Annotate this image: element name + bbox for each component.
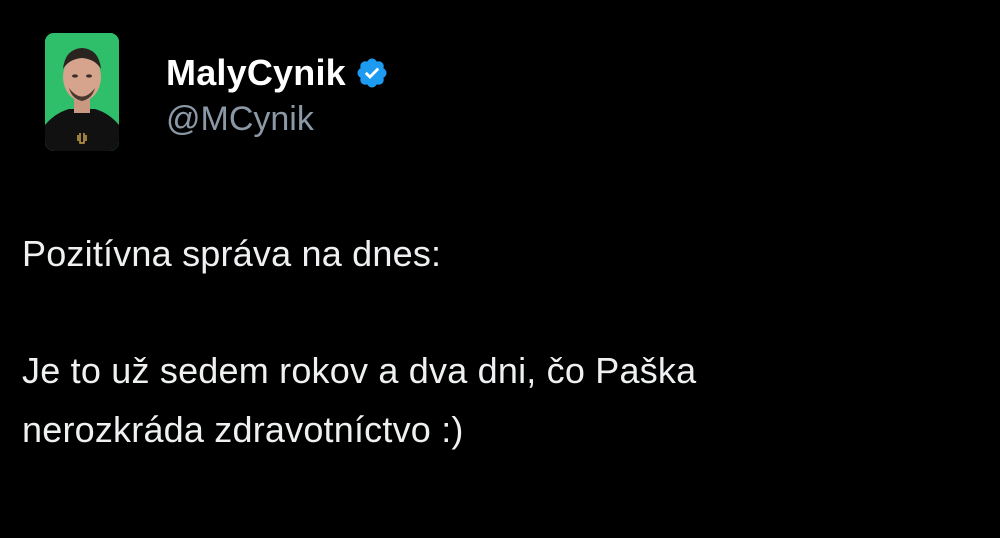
tweet-header: MalyCynik @MCynik xyxy=(45,33,389,153)
author-names: MalyCynik @MCynik xyxy=(166,51,389,141)
display-name-row: MalyCynik xyxy=(166,51,389,95)
user-handle[interactable]: @MCynik xyxy=(166,97,389,141)
tweet-line: nerozkráda zdravotníctvo :) xyxy=(22,409,464,450)
profile-photo-icon xyxy=(45,33,119,151)
tweet-body: Pozitívna správa na dnes: Je to už sedem… xyxy=(22,224,972,459)
display-name[interactable]: MalyCynik xyxy=(166,51,346,95)
tweet-card: MalyCynik @MCynik Pozitívna správa na dn… xyxy=(0,0,1000,538)
tweet-line: Je to už sedem rokov a dva dni, čo Paška xyxy=(22,350,697,391)
tweet-line: Pozitívna správa na dnes: xyxy=(22,233,442,274)
verified-badge-icon xyxy=(355,56,389,90)
avatar[interactable] xyxy=(45,33,119,151)
